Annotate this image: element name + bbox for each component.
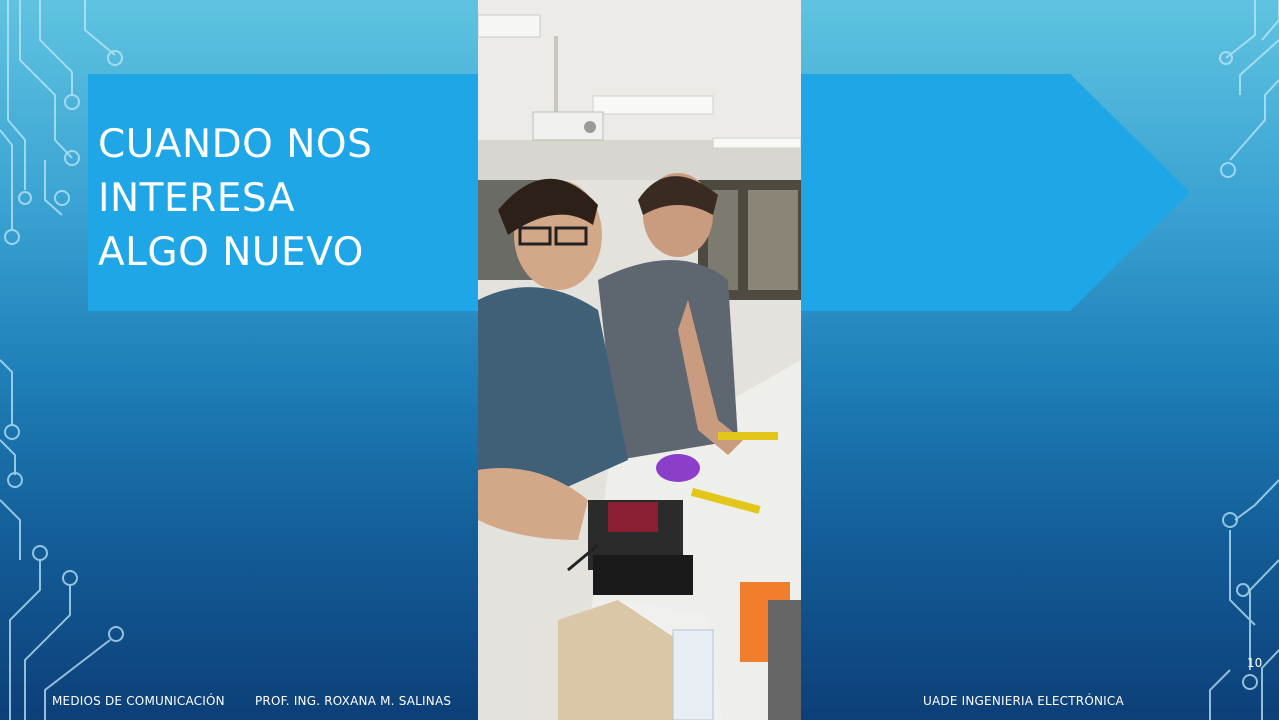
slide-title: CUANDO NOS INTERESA ALGO NUEVO	[98, 118, 458, 280]
video-frame	[478, 0, 801, 720]
title-line-1: CUANDO NOS	[98, 122, 373, 167]
footer-institution: UADE INGENIERIA ELECTRÓNICA	[923, 694, 1124, 708]
title-line-3: ALGO NUEVO	[98, 230, 364, 275]
page-number: 10	[1247, 656, 1263, 670]
footer-course: MEDIOS DE COMUNICACIÓN	[52, 694, 225, 708]
footer-professor: PROF. ING. ROXANA M. SALINAS	[255, 694, 452, 708]
title-line-2: INTERESA	[98, 176, 296, 221]
slide: CUANDO NOS INTERESA ALGO NUEVO MEDIOS DE…	[0, 0, 1279, 720]
embedded-video[interactable]	[478, 0, 801, 720]
